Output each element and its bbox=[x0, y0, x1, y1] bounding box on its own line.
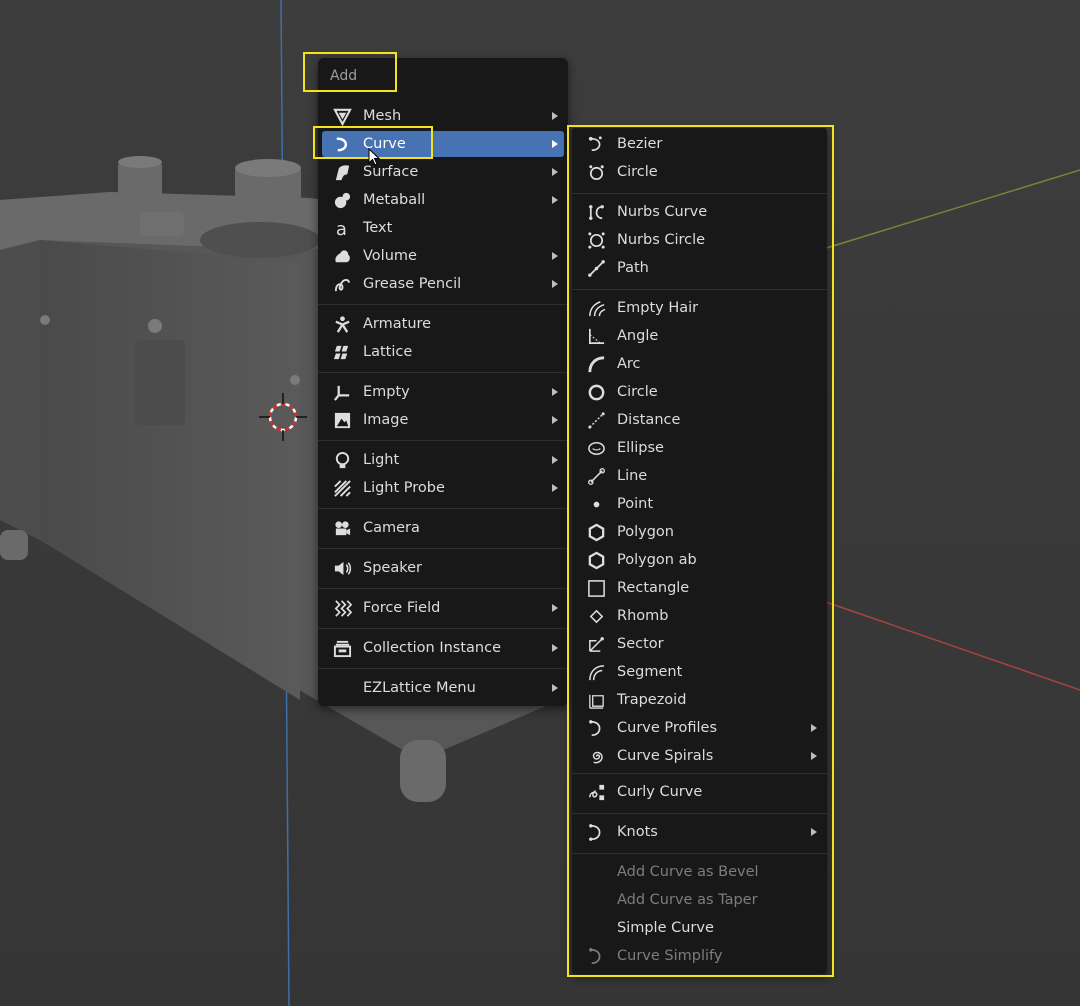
submenu-arrow-icon bbox=[552, 168, 558, 176]
menu-item-label: EZLattice Menu bbox=[363, 680, 476, 696]
menu-item-label: Camera bbox=[363, 520, 420, 536]
force-field-icon bbox=[331, 597, 353, 619]
menu-separator bbox=[318, 440, 568, 441]
submenu-arrow-icon bbox=[552, 252, 558, 260]
mouse-cursor-icon bbox=[368, 148, 380, 166]
menu-separator bbox=[318, 304, 568, 305]
menu-item-collection-instance[interactable]: Collection Instance bbox=[322, 635, 564, 661]
menu-item-label: Metaball bbox=[363, 192, 426, 208]
menu-item-empty[interactable]: Empty bbox=[322, 379, 564, 405]
menu-item-volume[interactable]: Volume bbox=[322, 243, 564, 269]
collection-instance-icon bbox=[331, 637, 353, 659]
menu-item-grease-pencil[interactable]: Grease Pencil bbox=[322, 271, 564, 297]
menu-item-label: Light Probe bbox=[363, 480, 445, 496]
menu-item-lattice[interactable]: Lattice bbox=[322, 339, 564, 365]
menu-item-image[interactable]: Image bbox=[322, 407, 564, 433]
lattice-icon bbox=[331, 341, 353, 363]
submenu-arrow-icon bbox=[552, 684, 558, 692]
menu-item-metaball[interactable]: Metaball bbox=[322, 187, 564, 213]
menu-item-label: Lattice bbox=[363, 344, 413, 360]
grease-pencil-icon bbox=[331, 273, 353, 295]
menu-separator bbox=[318, 588, 568, 589]
text-icon: a bbox=[331, 217, 353, 239]
menu-separator bbox=[318, 548, 568, 549]
menu-item-label: Grease Pencil bbox=[363, 276, 462, 292]
submenu-arrow-icon bbox=[552, 388, 558, 396]
menu-item-label: Volume bbox=[363, 248, 417, 264]
mesh-icon bbox=[331, 105, 353, 127]
menu-item-label: Collection Instance bbox=[363, 640, 502, 656]
menu-separator bbox=[318, 628, 568, 629]
surface-icon bbox=[331, 161, 353, 183]
menu-item-camera[interactable]: Camera bbox=[322, 515, 564, 541]
speaker-icon bbox=[331, 557, 353, 579]
menu-item-light[interactable]: Light bbox=[322, 447, 564, 473]
menu-item-text[interactable]: a Text bbox=[322, 215, 564, 241]
submenu-arrow-icon bbox=[552, 416, 558, 424]
volume-icon bbox=[331, 245, 353, 267]
armature-icon bbox=[331, 313, 353, 335]
menu-separator bbox=[318, 508, 568, 509]
menu-item-label: Mesh bbox=[363, 108, 402, 124]
empty-icon bbox=[331, 381, 353, 403]
menu-item-label: Surface bbox=[363, 164, 419, 180]
menu-item-label: Armature bbox=[363, 316, 432, 332]
submenu-arrow-icon bbox=[552, 196, 558, 204]
submenu-arrow-icon bbox=[552, 456, 558, 464]
light-icon bbox=[331, 449, 353, 471]
menu-item-speaker[interactable]: Speaker bbox=[322, 555, 564, 581]
camera-icon bbox=[331, 517, 353, 539]
menu-item-label: Light bbox=[363, 452, 400, 468]
metaball-icon bbox=[331, 189, 353, 211]
submenu-arrow-icon bbox=[552, 644, 558, 652]
menu-item-label: Text bbox=[363, 220, 393, 236]
submenu-arrow-icon bbox=[552, 140, 558, 148]
light-probe-icon bbox=[331, 477, 353, 499]
menu-item-light-probe[interactable]: Light Probe bbox=[322, 475, 564, 501]
svg-text:a: a bbox=[335, 219, 346, 238]
menu-separator bbox=[318, 372, 568, 373]
menu-item-force-field[interactable]: Force Field bbox=[322, 595, 564, 621]
menu-item-surface[interactable]: Surface bbox=[322, 159, 564, 185]
menu-item-label: Empty bbox=[363, 384, 410, 400]
menu-separator bbox=[318, 668, 568, 669]
highlight-box-add-title bbox=[303, 52, 397, 92]
submenu-arrow-icon bbox=[552, 484, 558, 492]
submenu-arrow-icon bbox=[552, 112, 558, 120]
submenu-arrow-icon bbox=[552, 280, 558, 288]
menu-item-armature[interactable]: Armature bbox=[322, 311, 564, 337]
menu-item-label: Image bbox=[363, 412, 409, 428]
menu-item-label: Speaker bbox=[363, 560, 422, 576]
menu-item-ezlattice-menu[interactable]: EZLattice Menu bbox=[322, 675, 564, 701]
menu-item-label: Force Field bbox=[363, 600, 441, 616]
submenu-arrow-icon bbox=[552, 604, 558, 612]
image-icon bbox=[331, 409, 353, 431]
highlight-box-curve-submenu bbox=[567, 125, 834, 977]
